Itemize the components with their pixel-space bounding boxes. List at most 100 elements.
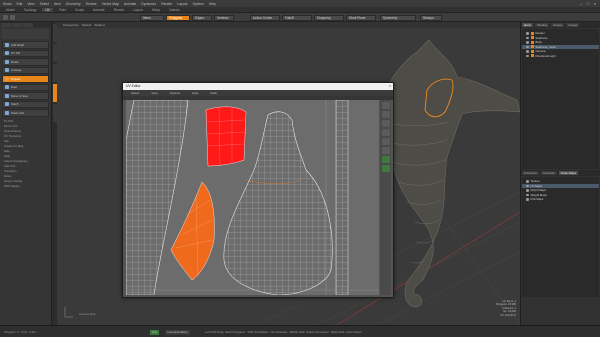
menu-item-modo[interactable]: Modo	[3, 2, 11, 6]
tool-item-transform[interactable]: Transform	[2, 169, 49, 174]
tool-item-group-unwrap[interactable]: Group Unwrap	[2, 179, 49, 184]
uv-editor-window[interactable]: UV Editor × Select View Options Help Pack	[122, 82, 394, 298]
snapping-button[interactable]: Snapping	[314, 14, 344, 21]
vertical-tab-3[interactable]	[52, 64, 57, 82]
tool-button-add-shelf[interactable]: Add Shelf	[2, 41, 49, 49]
symmetry-button[interactable]: Symmetry	[380, 14, 416, 21]
edges-button[interactable]: Edges	[192, 14, 212, 21]
undo-icon[interactable]	[3, 15, 8, 20]
menu-item-geometry[interactable]: Geometry	[66, 2, 81, 6]
uv-tool-relax-icon[interactable]	[381, 138, 390, 145]
action-center-button[interactable]: Action Center	[250, 14, 280, 21]
command-history-button[interactable]: Command History	[165, 329, 190, 335]
tool-button-pack-uvs[interactable]: Pack UVs	[2, 109, 49, 117]
tab-sculpt[interactable]: Sculpt	[72, 8, 87, 12]
item-list-row[interactable]: Directional Light	[522, 54, 599, 59]
tool-item-relax[interactable]: Relax	[2, 174, 49, 179]
uv-menu-help[interactable]: Help	[192, 91, 198, 95]
tab-basic[interactable]	[1, 23, 11, 27]
tab-deform[interactable]	[23, 23, 33, 27]
item-list[interactable]: Render Seahorse Body Seahorse_mesh Camera Dir…	[522, 29, 599, 169]
work-plane-button[interactable]: Work Plane	[346, 14, 376, 21]
tab-images[interactable]: Images	[566, 23, 580, 27]
uv-menu-options[interactable]: Options	[170, 91, 180, 95]
expand-icon[interactable]	[526, 189, 529, 192]
tool-item-hide[interactable]: Hide	[2, 149, 49, 154]
uv-tool-sew-icon[interactable]	[381, 165, 390, 172]
tab-model[interactable]: Model	[3, 8, 18, 12]
expand-icon[interactable]	[526, 198, 529, 201]
visibility-eye-icon[interactable]	[526, 41, 529, 44]
uv-tool-move-icon[interactable]	[381, 111, 390, 118]
redo-icon[interactable]	[10, 15, 15, 20]
3d-viewport[interactable]: Perspective Default Shaded Camera View U…	[57, 22, 520, 325]
tool-button-uv-fill[interactable]: UV Fill	[2, 49, 49, 57]
tab-uv[interactable]	[12, 23, 22, 27]
falloff-button[interactable]: Falloff	[282, 14, 312, 21]
tab-channels[interactable]: Channels	[540, 171, 557, 175]
tool-item-select-overlapping[interactable]: Select Overlapping	[2, 159, 49, 164]
tool-button-peel[interactable]: Peel	[2, 83, 49, 91]
tool-button-unwrap[interactable]: Unwrap	[2, 66, 49, 74]
uv-island-left[interactable]	[126, 100, 189, 295]
expand-icon[interactable]	[526, 193, 529, 196]
menu-item-animate[interactable]: Animate	[124, 2, 136, 6]
tool-item-flip[interactable]: Flip	[2, 139, 49, 144]
uv-island-selected-red[interactable]	[205, 106, 247, 167]
uv-island-selected-orange[interactable]	[170, 181, 215, 281]
vertical-tab-2[interactable]	[52, 44, 57, 62]
tab-shading[interactable]: Shading	[534, 23, 550, 27]
uv-menu-view[interactable]: View	[151, 91, 157, 95]
menu-item-texture[interactable]: Texture	[86, 2, 97, 6]
tab-layout[interactable]: Layout	[130, 8, 146, 12]
visibility-eye-icon[interactable]	[526, 45, 529, 48]
maximize-icon[interactable]: □	[585, 1, 591, 6]
menu-item-layout[interactable]: Layout	[177, 2, 187, 6]
tool-item-orient-pieces[interactable]: Orient Pieces	[2, 129, 49, 134]
uv-tool-rotate-icon[interactable]	[381, 120, 390, 127]
menu-item-dynamics[interactable]: Dynamics	[141, 2, 156, 6]
vertical-tab-1[interactable]	[52, 24, 57, 42]
tool-button-relax[interactable]: Relax	[2, 58, 49, 66]
close-icon[interactable]: ×	[389, 83, 391, 90]
uvs-button[interactable]: UVs	[150, 329, 159, 335]
stamps-button[interactable]: Stamps	[420, 14, 442, 21]
tool-item-uv-transform[interactable]: UV Transform	[2, 134, 49, 139]
tab-groups[interactable]: Groups	[551, 23, 565, 27]
tab-paint[interactable]: Paint	[56, 8, 69, 12]
uv-canvas[interactable]	[126, 100, 379, 295]
vertex-map-list[interactable]: Texture UV Maps Morph Maps Weight Maps Pick …	[522, 177, 599, 297]
tab-games[interactable]: Games	[166, 8, 182, 12]
tab-uv[interactable]: UV	[42, 7, 53, 12]
uv-island-strip[interactable]	[335, 100, 349, 295]
menu-item-select[interactable]: Select	[40, 2, 49, 6]
menu-item-vertex-map[interactable]: Vertex Map	[102, 2, 119, 6]
tool-button-move-sew[interactable]: Move & Sew	[2, 92, 49, 100]
close-window-icon[interactable]: ×	[592, 1, 598, 6]
tab-items[interactable]: Items	[522, 23, 533, 27]
expand-icon[interactable]	[526, 180, 529, 183]
vertical-tab-5[interactable]	[52, 104, 57, 122]
visibility-eye-icon[interactable]	[526, 50, 529, 53]
tool-button-stitch[interactable]: Stitch	[2, 100, 49, 108]
seahorse-model[interactable]	[381, 39, 520, 308]
uv-menu-select[interactable]: Select	[131, 91, 139, 95]
tool-item-fit-uvs[interactable]: Fit UVs	[2, 119, 49, 124]
tool-item-align[interactable]: Align	[2, 154, 49, 159]
polygons-button[interactable]: Polygons	[166, 14, 190, 21]
tab-animate[interactable]: Animate	[90, 8, 108, 12]
uv-tool-stitch-icon[interactable]	[381, 156, 390, 163]
tool-item-mirror-uvs[interactable]: Mirror UVs	[2, 124, 49, 129]
tool-button-project[interactable]: Project	[2, 75, 49, 83]
menu-item-edit[interactable]: Edit	[16, 2, 22, 6]
vertex-map-row[interactable]: Pick Maps	[522, 197, 599, 202]
tool-item-split-uvs[interactable]: Split UVs	[2, 164, 49, 169]
vertices-button[interactable]: Vertices	[214, 14, 234, 21]
tab-vertex-maps[interactable]: Vertex Maps	[558, 171, 579, 175]
visibility-eye-icon[interactable]	[526, 32, 529, 35]
visibility-eye-icon[interactable]	[526, 54, 529, 57]
uv-tool-pack-icon[interactable]	[381, 147, 390, 154]
tab-topology[interactable]: Topology	[21, 8, 40, 12]
menu-item-help[interactable]: Help	[209, 2, 216, 6]
items-button[interactable]: Items	[140, 14, 164, 21]
